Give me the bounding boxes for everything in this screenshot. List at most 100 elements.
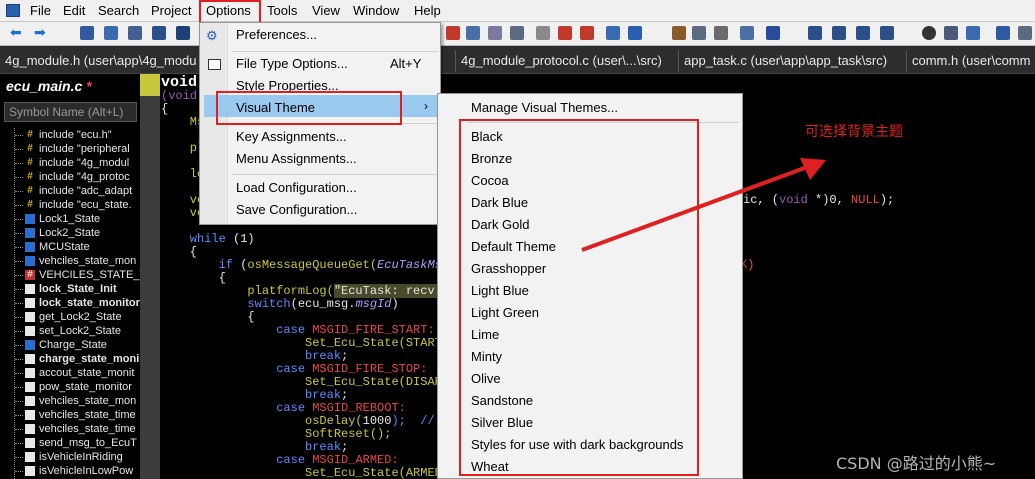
open-file-icon[interactable] [104, 26, 118, 40]
save-all-icon[interactable] [152, 26, 166, 40]
symbol-list-item[interactable]: get_Lock2_State [0, 310, 140, 324]
xy-icon[interactable] [488, 26, 502, 40]
print-icon[interactable] [176, 26, 190, 40]
symbol-list-item[interactable]: # include "4g_protoc [0, 170, 140, 184]
menu-item-menu-assignments[interactable]: Menu Assignments... [236, 151, 357, 166]
menu-item-save-configuration[interactable]: Save Configuration... [236, 202, 357, 217]
menu-edit[interactable]: Edit [63, 3, 85, 18]
rtl-icon[interactable] [766, 26, 780, 40]
www-icon[interactable] [510, 26, 524, 40]
symbol-label: VEHCILES_STATE_TI [39, 269, 140, 281]
app-icon [6, 4, 20, 17]
symbol-list-item[interactable]: charge_state_moni [0, 352, 140, 366]
symbol-list-item[interactable]: # include "4g_modul [0, 156, 140, 170]
code-token: lo [161, 167, 205, 181]
symbol-list-item[interactable]: # include "ecu.h" [0, 128, 140, 142]
browse-icon[interactable] [466, 26, 480, 40]
symbol-list-item[interactable]: vehciles_state_mon [0, 394, 140, 408]
symbol-window: ecu_main.c * Symbol Name (Alt+L) # includ… [0, 74, 140, 479]
symbol-label: set_Lock2_State [39, 325, 121, 337]
symbol-list-item[interactable]: pow_state_monitor [0, 380, 140, 394]
full-screen-icon[interactable] [944, 26, 958, 40]
code-line: void [161, 75, 197, 90]
tab-4g-module-h[interactable]: 4g_module.h (user\app\4g_modu [0, 50, 200, 72]
relation-icon[interactable] [692, 26, 706, 40]
menu-search[interactable]: Search [98, 3, 139, 18]
menu-item-manage-visual-themes[interactable]: Manage Visual Themes... [471, 100, 618, 115]
jump-next-icon[interactable] [580, 26, 594, 40]
forward-icon[interactable]: ➡ [34, 25, 48, 39]
code-token: { [161, 271, 226, 285]
layout-2-icon[interactable] [832, 26, 846, 40]
code-token: Set_Ecu_State(ARMED [161, 466, 442, 479]
back-icon[interactable]: ⬅ [10, 25, 24, 39]
tab-4g-module-protocol-c[interactable]: 4g_module_protocol.c (user\...\src) [455, 50, 675, 72]
code-token: ; [341, 388, 349, 402]
code-token: MSGID_FIRE_STOP: [305, 362, 428, 376]
menu-item-load-configuration[interactable]: Load Configuration... [236, 180, 357, 195]
symbol-list-item[interactable]: # VEHCILES_STATE_TI [0, 268, 140, 282]
menu-help[interactable]: Help [414, 3, 441, 18]
code-token: ); // [391, 414, 442, 428]
symbol-list-item[interactable]: # include "adc_adapt [0, 184, 140, 198]
code-token: case [161, 362, 306, 376]
include-icon: # [27, 199, 33, 210]
symbol-list-item[interactable]: vehciles_state_time [0, 422, 140, 436]
symbol-list-item[interactable]: Charge_State [0, 338, 140, 352]
symbol-label: vehciles_state_mon [39, 255, 137, 267]
code-token: (void [161, 89, 198, 103]
context-icon[interactable] [740, 26, 754, 40]
layout-4-icon[interactable] [880, 26, 894, 40]
code-line: switch(ecu_msg.msgId) [161, 297, 398, 311]
symbol-list-item[interactable]: send_msg_to_EcuT [0, 436, 140, 450]
menu-item-key-assignments[interactable]: Key Assignments... [236, 129, 347, 144]
file-type-options-shortcut: Alt+Y [390, 56, 422, 71]
menu-view[interactable]: View [312, 3, 340, 18]
symbol-list-item[interactable]: set_Lock2_State [0, 324, 140, 338]
function-icon [25, 312, 35, 322]
p-icon[interactable] [922, 26, 936, 40]
symbol-list-item[interactable]: vehciles_state_time [0, 408, 140, 422]
symbol-list-item[interactable]: isVehicleInLowPow [0, 464, 140, 478]
code-line: { [161, 310, 254, 324]
symbol-list-item[interactable]: # include "peripheral [0, 142, 140, 156]
symbol-list-item[interactable]: # include "ecu_state. [0, 198, 140, 212]
symbol-list-item[interactable]: lock_State_Init [0, 282, 140, 296]
symbol-icon[interactable] [672, 26, 686, 40]
layout-1-icon[interactable] [808, 26, 822, 40]
tab-comm-h[interactable]: comm.h (user\comm [906, 50, 1035, 72]
panel-icon[interactable] [966, 26, 980, 40]
menu-window[interactable]: Window [353, 3, 399, 18]
symbol-list-item[interactable]: vehciles_state_mon [0, 254, 140, 268]
star-icon[interactable] [628, 26, 642, 40]
symbol-list-item[interactable]: Lock1_State [0, 212, 140, 226]
toolbar: ⬅ ➡ [0, 22, 1035, 46]
menu-item-preferences[interactable]: Preferences... [236, 27, 317, 42]
window-icon[interactable] [606, 26, 620, 40]
symbol-list-item[interactable]: MCUState [0, 240, 140, 254]
menu-project[interactable]: Project [151, 3, 191, 18]
tab-app-task-c[interactable]: app_task.c (user\app\app_task\src) [678, 50, 903, 72]
menu-tools[interactable]: Tools [267, 3, 297, 18]
save-icon[interactable] [128, 26, 142, 40]
jump-prev-icon[interactable] [558, 26, 572, 40]
symbol-search-input[interactable]: Symbol Name (Alt+L) [4, 102, 137, 122]
layout-3-icon[interactable] [856, 26, 870, 40]
symbol-list-item[interactable]: accout_state_monit [0, 366, 140, 380]
fx-icon[interactable] [714, 26, 728, 40]
code-token: case [161, 401, 306, 415]
symbol-list-item[interactable]: lock_state_monitor [0, 296, 140, 310]
watermark: CSDN @路过的小熊~ [836, 454, 997, 473]
symbol-label: Charge_State [39, 339, 107, 351]
bookmark-icon[interactable] [446, 26, 460, 40]
settings-icon[interactable] [1018, 26, 1032, 40]
code-line: (void [161, 89, 197, 103]
s-icon[interactable] [996, 26, 1010, 40]
symbol-list-item[interactable]: isVehicleInRiding [0, 450, 140, 464]
code-line: Ms [161, 115, 204, 129]
menu-file[interactable]: File [30, 3, 51, 18]
code-line: Set_Ecu_State(ARMED [161, 466, 442, 479]
menu-item-file-type-options[interactable]: File Type Options... [236, 56, 348, 71]
new-file-icon[interactable] [80, 26, 94, 40]
symbol-list-item[interactable]: Lock2_State [0, 226, 140, 240]
